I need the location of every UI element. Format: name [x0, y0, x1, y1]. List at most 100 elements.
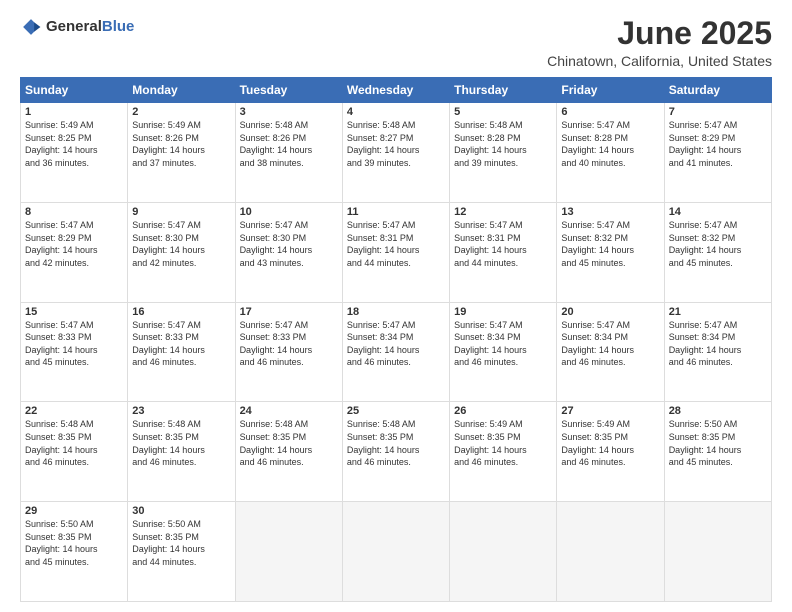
cell-info: Sunrise: 5:50 AMSunset: 8:35 PMDaylight:… — [25, 518, 123, 568]
table-row: 9Sunrise: 5:47 AMSunset: 8:30 PMDaylight… — [128, 202, 235, 302]
logo-icon — [20, 16, 42, 38]
table-row: 21Sunrise: 5:47 AMSunset: 8:34 PMDayligh… — [664, 302, 771, 402]
cell-info: Sunrise: 5:47 AMSunset: 8:29 PMDaylight:… — [25, 219, 123, 269]
table-row: 5Sunrise: 5:48 AMSunset: 8:28 PMDaylight… — [450, 103, 557, 203]
logo-general: General — [46, 18, 102, 35]
day-number: 18 — [347, 306, 445, 318]
table-row: 11Sunrise: 5:47 AMSunset: 8:31 PMDayligh… — [342, 202, 449, 302]
cell-info: Sunrise: 5:49 AMSunset: 8:35 PMDaylight:… — [454, 418, 552, 468]
day-number: 20 — [561, 306, 659, 318]
table-row — [557, 502, 664, 602]
calendar-week-row: 22Sunrise: 5:48 AMSunset: 8:35 PMDayligh… — [21, 402, 772, 502]
table-row — [235, 502, 342, 602]
table-row: 2Sunrise: 5:49 AMSunset: 8:26 PMDaylight… — [128, 103, 235, 203]
table-row: 10Sunrise: 5:47 AMSunset: 8:30 PMDayligh… — [235, 202, 342, 302]
header: GeneralBlue June 2025 Chinatown, Califor… — [20, 16, 772, 69]
cell-info: Sunrise: 5:49 AMSunset: 8:35 PMDaylight:… — [561, 418, 659, 468]
header-tuesday: Tuesday — [235, 78, 342, 103]
table-row: 3Sunrise: 5:48 AMSunset: 8:26 PMDaylight… — [235, 103, 342, 203]
cell-info: Sunrise: 5:47 AMSunset: 8:28 PMDaylight:… — [561, 119, 659, 169]
table-row: 20Sunrise: 5:47 AMSunset: 8:34 PMDayligh… — [557, 302, 664, 402]
cell-info: Sunrise: 5:48 AMSunset: 8:35 PMDaylight:… — [132, 418, 230, 468]
cell-info: Sunrise: 5:50 AMSunset: 8:35 PMDaylight:… — [132, 518, 230, 568]
table-row: 29Sunrise: 5:50 AMSunset: 8:35 PMDayligh… — [21, 502, 128, 602]
table-row: 12Sunrise: 5:47 AMSunset: 8:31 PMDayligh… — [450, 202, 557, 302]
table-row: 23Sunrise: 5:48 AMSunset: 8:35 PMDayligh… — [128, 402, 235, 502]
day-number: 19 — [454, 306, 552, 318]
cell-info: Sunrise: 5:47 AMSunset: 8:34 PMDaylight:… — [454, 319, 552, 369]
cell-info: Sunrise: 5:47 AMSunset: 8:30 PMDaylight:… — [132, 219, 230, 269]
day-number: 22 — [25, 405, 123, 417]
table-row: 16Sunrise: 5:47 AMSunset: 8:33 PMDayligh… — [128, 302, 235, 402]
header-monday: Monday — [128, 78, 235, 103]
table-row: 25Sunrise: 5:48 AMSunset: 8:35 PMDayligh… — [342, 402, 449, 502]
cell-info: Sunrise: 5:48 AMSunset: 8:35 PMDaylight:… — [347, 418, 445, 468]
day-number: 23 — [132, 405, 230, 417]
cell-info: Sunrise: 5:47 AMSunset: 8:31 PMDaylight:… — [454, 219, 552, 269]
cell-info: Sunrise: 5:49 AMSunset: 8:25 PMDaylight:… — [25, 119, 123, 169]
header-saturday: Saturday — [664, 78, 771, 103]
day-number: 4 — [347, 106, 445, 118]
cell-info: Sunrise: 5:50 AMSunset: 8:35 PMDaylight:… — [669, 418, 767, 468]
cell-info: Sunrise: 5:48 AMSunset: 8:26 PMDaylight:… — [240, 119, 338, 169]
header-thursday: Thursday — [450, 78, 557, 103]
table-row: 28Sunrise: 5:50 AMSunset: 8:35 PMDayligh… — [664, 402, 771, 502]
table-row: 1Sunrise: 5:49 AMSunset: 8:25 PMDaylight… — [21, 103, 128, 203]
cell-info: Sunrise: 5:47 AMSunset: 8:34 PMDaylight:… — [561, 319, 659, 369]
day-number: 12 — [454, 206, 552, 218]
cell-info: Sunrise: 5:48 AMSunset: 8:27 PMDaylight:… — [347, 119, 445, 169]
cell-info: Sunrise: 5:48 AMSunset: 8:35 PMDaylight:… — [240, 418, 338, 468]
cell-info: Sunrise: 5:47 AMSunset: 8:33 PMDaylight:… — [25, 319, 123, 369]
day-number: 16 — [132, 306, 230, 318]
calendar-week-row: 8Sunrise: 5:47 AMSunset: 8:29 PMDaylight… — [21, 202, 772, 302]
day-number: 17 — [240, 306, 338, 318]
cell-info: Sunrise: 5:48 AMSunset: 8:28 PMDaylight:… — [454, 119, 552, 169]
day-number: 29 — [25, 505, 123, 517]
logo: GeneralBlue — [20, 16, 134, 38]
calendar-header-row: Sunday Monday Tuesday Wednesday Thursday… — [21, 78, 772, 103]
table-row: 15Sunrise: 5:47 AMSunset: 8:33 PMDayligh… — [21, 302, 128, 402]
table-row: 4Sunrise: 5:48 AMSunset: 8:27 PMDaylight… — [342, 103, 449, 203]
day-number: 7 — [669, 106, 767, 118]
table-row: 6Sunrise: 5:47 AMSunset: 8:28 PMDaylight… — [557, 103, 664, 203]
cell-info: Sunrise: 5:47 AMSunset: 8:33 PMDaylight:… — [240, 319, 338, 369]
day-number: 11 — [347, 206, 445, 218]
table-row: 26Sunrise: 5:49 AMSunset: 8:35 PMDayligh… — [450, 402, 557, 502]
cell-info: Sunrise: 5:49 AMSunset: 8:26 PMDaylight:… — [132, 119, 230, 169]
day-number: 14 — [669, 206, 767, 218]
page: GeneralBlue June 2025 Chinatown, Califor… — [0, 0, 792, 612]
table-row: 18Sunrise: 5:47 AMSunset: 8:34 PMDayligh… — [342, 302, 449, 402]
day-number: 30 — [132, 505, 230, 517]
day-number: 1 — [25, 106, 123, 118]
table-row — [664, 502, 771, 602]
calendar-week-row: 29Sunrise: 5:50 AMSunset: 8:35 PMDayligh… — [21, 502, 772, 602]
table-row — [342, 502, 449, 602]
table-row: 30Sunrise: 5:50 AMSunset: 8:35 PMDayligh… — [128, 502, 235, 602]
cell-info: Sunrise: 5:48 AMSunset: 8:35 PMDaylight:… — [25, 418, 123, 468]
cell-info: Sunrise: 5:47 AMSunset: 8:30 PMDaylight:… — [240, 219, 338, 269]
table-row — [450, 502, 557, 602]
table-row: 17Sunrise: 5:47 AMSunset: 8:33 PMDayligh… — [235, 302, 342, 402]
cell-info: Sunrise: 5:47 AMSunset: 8:33 PMDaylight:… — [132, 319, 230, 369]
month-title: June 2025 — [547, 16, 772, 51]
table-row: 19Sunrise: 5:47 AMSunset: 8:34 PMDayligh… — [450, 302, 557, 402]
day-number: 25 — [347, 405, 445, 417]
day-number: 10 — [240, 206, 338, 218]
cell-info: Sunrise: 5:47 AMSunset: 8:34 PMDaylight:… — [347, 319, 445, 369]
header-wednesday: Wednesday — [342, 78, 449, 103]
logo-text: GeneralBlue — [46, 18, 134, 36]
table-row: 27Sunrise: 5:49 AMSunset: 8:35 PMDayligh… — [557, 402, 664, 502]
table-row: 8Sunrise: 5:47 AMSunset: 8:29 PMDaylight… — [21, 202, 128, 302]
calendar-table: Sunday Monday Tuesday Wednesday Thursday… — [20, 77, 772, 602]
day-number: 6 — [561, 106, 659, 118]
header-friday: Friday — [557, 78, 664, 103]
calendar-week-row: 15Sunrise: 5:47 AMSunset: 8:33 PMDayligh… — [21, 302, 772, 402]
table-row: 7Sunrise: 5:47 AMSunset: 8:29 PMDaylight… — [664, 103, 771, 203]
cell-info: Sunrise: 5:47 AMSunset: 8:29 PMDaylight:… — [669, 119, 767, 169]
day-number: 28 — [669, 405, 767, 417]
cell-info: Sunrise: 5:47 AMSunset: 8:32 PMDaylight:… — [669, 219, 767, 269]
day-number: 15 — [25, 306, 123, 318]
day-number: 13 — [561, 206, 659, 218]
title-block: June 2025 Chinatown, California, United … — [547, 16, 772, 69]
day-number: 2 — [132, 106, 230, 118]
